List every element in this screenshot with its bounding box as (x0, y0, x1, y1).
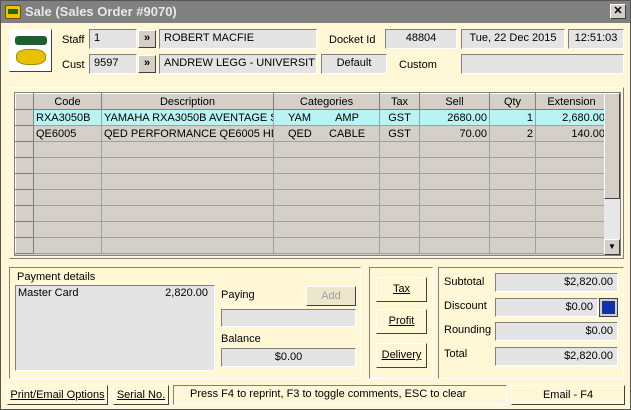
cell-extension: 2,680.00 (535, 109, 608, 126)
cell-tax: GST (379, 125, 420, 142)
discount-label: Discount (444, 300, 487, 312)
row-indicator[interactable] (15, 189, 34, 206)
rounding-field: $0.00 (495, 322, 618, 341)
column-header-tax[interactable]: Tax (379, 93, 420, 110)
row-indicator[interactable] (15, 205, 34, 222)
grid-scrollbar[interactable]: ▼ (604, 93, 620, 255)
cell-qty: 2 (489, 125, 536, 142)
tax-button[interactable]: Tax (376, 277, 427, 302)
subtotal-label: Subtotal (444, 276, 485, 288)
row-indicator[interactable] (15, 109, 34, 126)
customer-logo-icon (9, 29, 52, 72)
list-item[interactable]: Master Card 2,820.00 (18, 287, 212, 301)
cell-description: QED PERFORMANCE QE6005 HD (101, 125, 274, 142)
date-field: Tue, 22 Dec 2015 (461, 29, 565, 49)
delivery-button[interactable]: Delivery (376, 343, 427, 368)
rounding-label: Rounding (444, 324, 492, 336)
column-header-extension[interactable]: Extension (535, 93, 608, 110)
total-field: $2,820.00 (495, 347, 618, 366)
cell-categories: YAM AMP (273, 109, 380, 126)
serial-no-button[interactable]: Serial No. (113, 385, 169, 405)
add-payment-button[interactable]: Add (306, 286, 356, 306)
glasses-icon (15, 36, 47, 45)
row-indicator[interactable] (15, 157, 34, 174)
profit-button[interactable]: Profit (376, 309, 427, 334)
cell-code: RXA3050B (33, 109, 102, 126)
table-row[interactable] (15, 141, 608, 158)
cell-sell: 70.00 (419, 125, 490, 142)
cell-tax: GST (379, 109, 420, 126)
discount-field[interactable]: $0.00 (495, 298, 598, 317)
cell-category-1: QED (288, 127, 312, 140)
cell-qty: 1 (489, 109, 536, 126)
row-indicator[interactable] (15, 173, 34, 190)
scroll-down-icon[interactable]: ▼ (604, 239, 620, 255)
email-f4-button[interactable]: Email - F4 (511, 385, 625, 405)
row-indicator[interactable] (15, 221, 34, 238)
staff-name-field: ROBERT MACFIE (159, 29, 317, 49)
table-row[interactable] (15, 237, 608, 254)
line-items-panel: Code Description Categories Tax Sell Qty… (9, 87, 624, 259)
staff-lookup-button[interactable]: » (138, 30, 156, 48)
paying-label: Paying (221, 289, 255, 301)
balance-label: Balance (221, 333, 261, 345)
custom-label: Custom (399, 59, 437, 71)
payment-list[interactable]: Master Card 2,820.00 (15, 285, 215, 371)
cell-extension: 140.00 (535, 125, 608, 142)
cust-label: Cust (62, 59, 85, 71)
staff-code-field[interactable]: 1 (89, 29, 137, 49)
payment-method: Master Card (18, 287, 79, 299)
cust-code-field[interactable]: 9597 (89, 54, 137, 74)
grid-corner (15, 93, 34, 110)
cell-category-1: YAM (288, 111, 312, 124)
column-header-sell[interactable]: Sell (419, 93, 490, 110)
table-row[interactable] (15, 221, 608, 238)
row-indicator[interactable] (15, 141, 34, 158)
discount-color-swatch[interactable] (599, 298, 618, 317)
cell-sell: 2680.00 (419, 109, 490, 126)
app-icon (5, 5, 21, 19)
window-title: Sale (Sales Order #9070) (25, 4, 177, 19)
close-button[interactable]: ✕ (610, 4, 626, 19)
title-bar[interactable]: Sale (Sales Order #9070) ✕ (1, 1, 630, 23)
payment-title: Payment details (17, 271, 96, 283)
table-row[interactable] (15, 189, 608, 206)
payment-amount: 2,820.00 (165, 287, 208, 299)
balance-field: $0.00 (221, 348, 356, 367)
total-label: Total (444, 348, 468, 360)
table-row[interactable]: QE6005 QED PERFORMANCE QE6005 HD QED CABL… (15, 125, 608, 142)
row-indicator[interactable] (15, 237, 34, 254)
cell-categories: QED CABLE (273, 125, 380, 142)
price-level-field[interactable]: Default (321, 54, 387, 74)
staff-label: Staff (62, 34, 85, 46)
table-row[interactable] (15, 157, 608, 174)
table-row[interactable]: RXA3050B YAMAHA RXA3050B AVENTAGE S YAM A… (15, 109, 608, 126)
line-items-grid[interactable]: Code Description Categories Tax Sell Qty… (14, 92, 621, 256)
docket-label: Docket Id (329, 34, 376, 46)
cell-description: YAMAHA RXA3050B AVENTAGE S (101, 109, 274, 126)
table-row[interactable] (15, 205, 608, 222)
column-header-qty[interactable]: Qty (489, 93, 536, 110)
cell-category-2: CABLE (328, 127, 366, 140)
cell-category-2: AMP (335, 111, 359, 124)
column-header-categories[interactable]: Categories (273, 93, 380, 110)
time-field: 12:51:03 (568, 29, 624, 49)
cust-name-field: ANDREW LEGG - UNIVERSIT (159, 54, 317, 74)
status-hint: Press F4 to reprint, F3 to toggle commen… (173, 385, 507, 405)
print-email-options-button[interactable]: Print/Email Options (7, 385, 108, 405)
column-header-code[interactable]: Code (33, 93, 102, 110)
coins-icon (16, 49, 46, 65)
paying-input[interactable] (221, 309, 356, 327)
subtotal-field: $2,820.00 (495, 273, 618, 292)
docket-id-field: 48804 (385, 29, 457, 49)
custom-field[interactable] (461, 54, 624, 74)
column-header-description[interactable]: Description (101, 93, 274, 110)
cell-code: QE6005 (33, 125, 102, 142)
row-indicator[interactable] (15, 125, 34, 142)
sale-window: Sale (Sales Order #9070) ✕ Staff 1 » ROB… (0, 0, 631, 410)
cust-lookup-button[interactable]: » (138, 55, 156, 73)
table-row[interactable] (15, 173, 608, 190)
scrollbar-thumb[interactable] (604, 93, 620, 199)
